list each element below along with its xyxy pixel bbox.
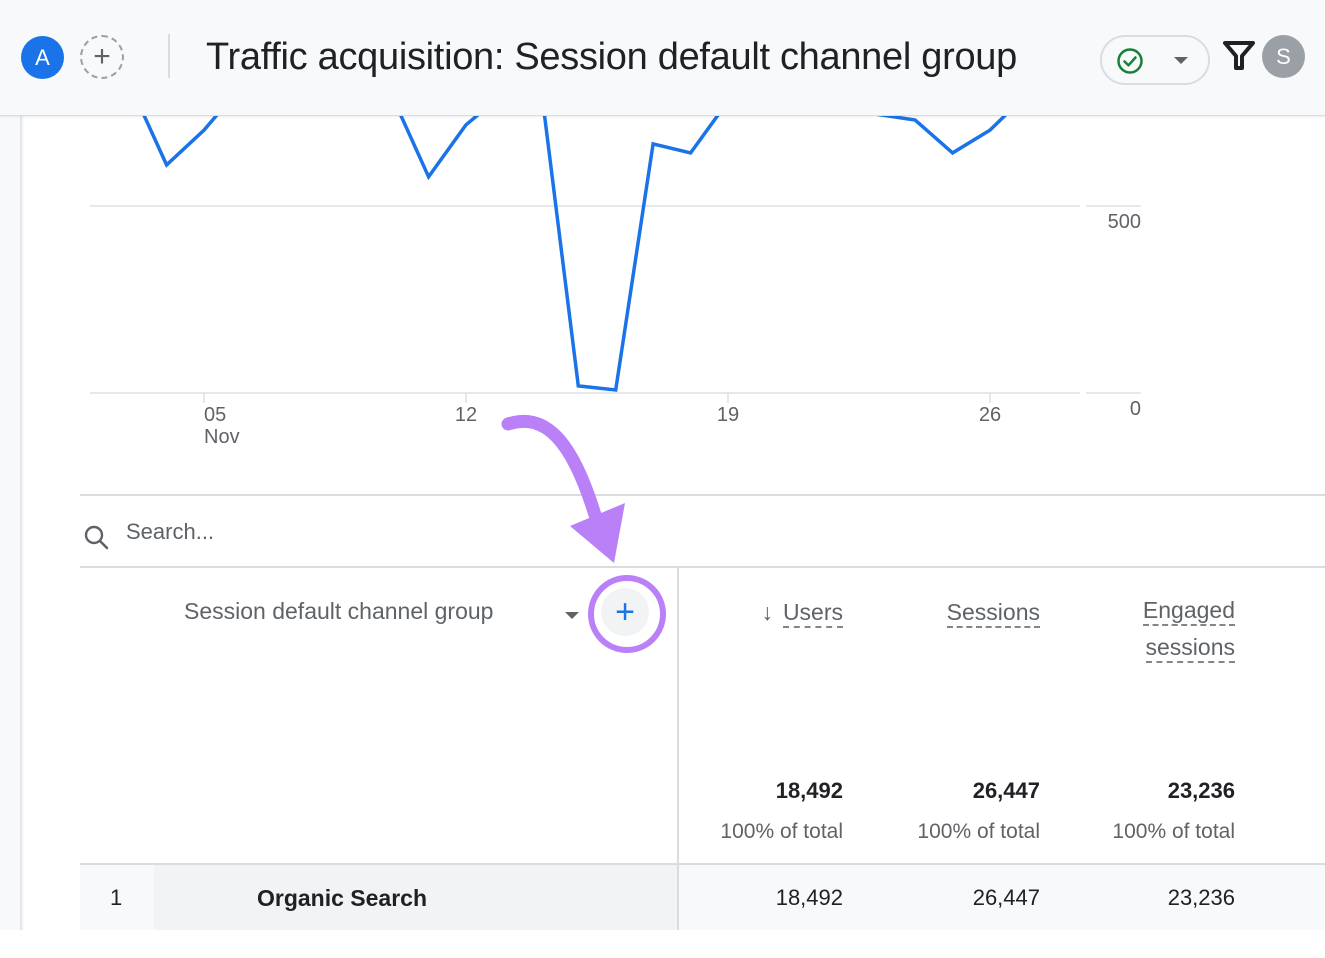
page-title: Traffic acquisition: Session default cha… [206, 36, 1017, 78]
comparison-avatar[interactable]: A [21, 36, 64, 79]
total-users: 18,492 [775, 778, 843, 803]
row-sessions: 26,447 [972, 885, 1040, 910]
total-engaged-sessions: 23,236 [1167, 778, 1235, 803]
plus-icon: + [93, 40, 111, 73]
dimension-dropdown-icon[interactable] [565, 612, 579, 619]
add-comparison-button[interactable]: + [80, 35, 124, 79]
user-avatar[interactable]: S [1262, 35, 1305, 78]
total-sessions: 26,447 [972, 778, 1040, 803]
x-tick-label: 05 [204, 404, 226, 426]
column-header-users[interactable]: ↓ Users [740, 594, 843, 631]
total-sessions-percent: 100% of total [917, 820, 1040, 843]
table-row[interactable]: 1 Organic Search 18,492 26,447 23,236 [80, 863, 1325, 930]
row-dimension-cell: Organic Search [154, 865, 677, 930]
series-line-users [142, 116, 1008, 392]
row-index-cell: 1 [80, 865, 154, 930]
column-header-engaged-sessions[interactable]: Engaged sessions [1100, 592, 1235, 666]
table-search-bar [80, 494, 1325, 568]
row-engaged-sessions: 23,236 [1167, 885, 1235, 910]
total-engaged-sessions-percent: 100% of total [1112, 820, 1235, 843]
page-bottom [0, 930, 1325, 958]
column-divider [677, 865, 679, 930]
header-divider [168, 34, 170, 78]
row-channel-name: Organic Search [257, 885, 428, 911]
data-table: Session default channel group + ↓ Users S… [80, 568, 1325, 930]
users-line-chart: 0 500 05Nov 12 19 26 [90, 116, 1141, 448]
report-status-dropdown[interactable] [1100, 35, 1210, 85]
x-tick-label: 19 [717, 404, 739, 426]
chevron-down-icon [1174, 57, 1188, 64]
column-header-sessions[interactable]: Sessions [900, 594, 1040, 631]
top-bar: A + Traffic acquisition: Session default… [0, 0, 1325, 116]
row-users: 18,492 [775, 885, 843, 910]
x-tick-label: 12 [455, 404, 477, 426]
filter-icon[interactable] [1222, 40, 1256, 72]
plus-icon: + [615, 593, 635, 631]
search-input[interactable] [126, 516, 726, 548]
y-tick-label: 0 [1130, 398, 1141, 420]
add-dimension-button[interactable]: + [601, 588, 649, 636]
check-circle-icon [1117, 48, 1143, 74]
x-tick-sublabel: Nov [204, 426, 240, 448]
x-tick-label: 26 [979, 404, 1001, 426]
search-icon [84, 525, 109, 550]
y-tick-label: 500 [1108, 211, 1141, 233]
dimension-header[interactable]: Session default channel group [184, 598, 493, 625]
sort-descending-icon: ↓ [761, 599, 773, 625]
total-users-percent: 100% of total [720, 820, 843, 843]
